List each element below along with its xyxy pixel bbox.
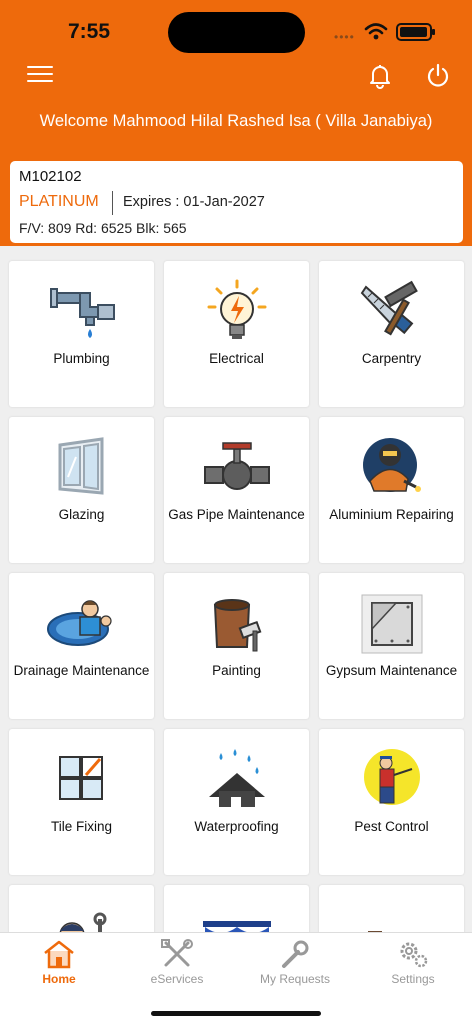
service-tile-carpentry[interactable]: Carpentry [319,261,464,407]
bottom-tab-bar: Home eServices My Requests Settings [0,932,472,1024]
service-tile-plumbing[interactable]: Plumbing [9,261,154,407]
service-label: Gas Pipe Maintenance [168,507,305,522]
status-time: 7:55 [68,20,111,43]
carpentry-icon [360,280,418,336]
service-label: Aluminium Repairing [329,507,454,522]
property-address: F/V: 809 Rd: 6525 Blk: 565 [19,220,187,236]
tab-eservices[interactable]: eServices [118,933,236,993]
service-label: Carpentry [361,351,422,366]
drainage-icon [47,600,112,646]
battery-icon [396,23,435,41]
service-label: Electrical [209,351,264,366]
logout-power-icon[interactable] [424,62,452,90]
gear-icon [400,942,428,968]
service-tile-glazing[interactable]: Glazing [9,417,154,563]
waterproof-roof-icon [209,749,265,807]
electrical-icon [207,279,267,339]
service-tile-gypsum[interactable]: Gypsum Maintenance [319,573,464,719]
cellular-signal-icon: •••• [334,30,355,44]
tab-label: Settings [391,972,435,986]
gypsum-board-icon [361,594,423,654]
wifi-icon [364,23,388,40]
service-label: Waterproofing [194,819,279,834]
tab-settings[interactable]: Settings [354,933,472,993]
gas-pipe-icon [204,442,270,490]
member-id: M102102 [19,168,82,185]
glazing-icon [58,437,104,495]
tab-label: My Requests [259,972,331,986]
tools-icon [161,939,193,967]
hamburger-menu-icon[interactable] [27,66,53,84]
service-tile-painting[interactable]: Painting [164,573,309,719]
service-tile-aluminium[interactable]: Aluminium Repairing [319,417,464,563]
dynamic-island [168,12,305,53]
service-label: Drainage Maintenance [13,663,150,678]
tab-home[interactable]: Home [0,933,118,993]
service-tile-gas-pipe[interactable]: Gas Pipe Maintenance [164,417,309,563]
service-tile-electrical[interactable]: Electrical [164,261,309,407]
service-label: Gypsum Maintenance [325,663,458,678]
service-label: Tile Fixing [50,819,112,834]
plumbing-icon [50,288,115,338]
membership-tier: PLATINUM [19,193,99,210]
service-label: Glazing [58,507,105,522]
tab-my-requests[interactable]: My Requests [236,933,354,993]
pest-control-icon [364,749,420,805]
paint-bucket-icon [213,599,262,652]
notification-bell-icon[interactable] [366,62,394,90]
service-tile-pest-control[interactable]: Pest Control [319,729,464,875]
home-indicator [151,1011,321,1016]
tab-label: Home [42,972,76,986]
service-label: Plumbing [53,351,110,366]
wrench-icon [282,940,309,968]
service-label: Pest Control [354,819,429,834]
expiry-date: Expires : 01-Jan-2027 [123,194,265,210]
card-divider [112,191,113,215]
welder-icon [363,438,421,492]
status-bar: 7:55 •••• [0,0,472,60]
service-tile-tile-fixing[interactable]: Tile Fixing [9,729,154,875]
app-header: 7:55 •••• Welcome Mahmood Hilal Rashed I… [0,0,472,246]
membership-card: M102102 PLATINUM Expires : 01-Jan-2027 F… [10,161,463,243]
tile-icon [59,756,103,800]
service-tile-waterproofing[interactable]: Waterproofing [164,729,309,875]
home-icon [44,940,74,969]
service-tile-drainage[interactable]: Drainage Maintenance [9,573,154,719]
welcome-message: Welcome Mahmood Hilal Rashed Isa ( Villa… [39,112,433,130]
service-label: Painting [212,663,261,678]
tab-label: eServices [150,972,204,986]
